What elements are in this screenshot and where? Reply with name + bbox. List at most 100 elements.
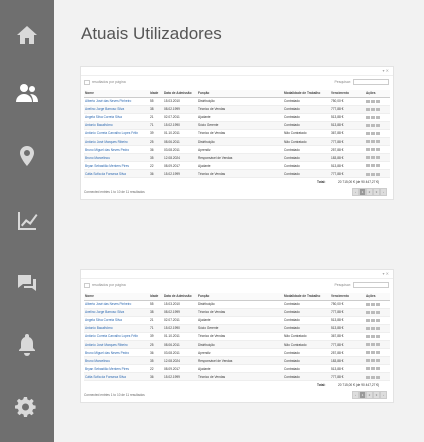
user-name-link[interactable]: Alberto José das Neves Pinheiro (84, 300, 149, 309)
edit-action-icon[interactable] (366, 148, 370, 152)
delete-action-icon[interactable] (376, 310, 380, 314)
gears-icon[interactable] (13, 393, 41, 421)
column-header[interactable]: Data de Admissão (163, 293, 197, 301)
delete-action-icon[interactable] (376, 335, 380, 339)
view-action-icon[interactable] (371, 156, 375, 160)
edit-action-icon[interactable] (366, 359, 370, 363)
user-name-link[interactable]: António Correia Carvalho Lopes Félix (84, 129, 149, 138)
delete-action-icon[interactable] (376, 156, 380, 160)
column-header[interactable]: Idade (149, 293, 163, 301)
user-name-link[interactable]: Antonio Bacalhômo (84, 121, 149, 130)
delete-action-icon[interactable] (376, 351, 380, 355)
view-action-icon[interactable] (371, 367, 375, 371)
view-action-icon[interactable] (371, 335, 375, 339)
delete-action-icon[interactable] (376, 107, 380, 111)
view-action-icon[interactable] (371, 351, 375, 355)
delete-action-icon[interactable] (376, 172, 380, 176)
column-header[interactable]: Data de Admissão (163, 90, 197, 98)
delete-action-icon[interactable] (376, 99, 380, 103)
view-action-icon[interactable] (371, 123, 375, 127)
view-action-icon[interactable] (371, 107, 375, 111)
column-header[interactable]: Vencimento (330, 293, 365, 301)
view-action-icon[interactable] (371, 172, 375, 176)
users-icon[interactable] (13, 79, 41, 107)
edit-action-icon[interactable] (366, 375, 370, 379)
delete-action-icon[interactable] (376, 140, 380, 144)
pagination-page[interactable]: 1 (359, 188, 366, 197)
column-header[interactable]: Nome (84, 90, 149, 98)
column-header[interactable]: Função (197, 90, 283, 98)
delete-action-icon[interactable] (376, 302, 380, 306)
user-name-link[interactable]: Bruno Marcelinou (84, 153, 149, 163)
user-name-link[interactable]: Bryan Sebastião Merkers Pires (84, 161, 149, 171)
delete-action-icon[interactable] (376, 326, 380, 330)
edit-action-icon[interactable] (366, 164, 370, 168)
edit-action-icon[interactable] (366, 310, 370, 314)
column-header[interactable]: Ações (365, 90, 390, 98)
pagination-page[interactable]: 3 (373, 188, 380, 197)
pagination-prev[interactable]: ‹ (352, 391, 359, 400)
delete-action-icon[interactable] (376, 367, 380, 371)
view-action-icon[interactable] (371, 115, 375, 119)
delete-action-icon[interactable] (376, 115, 380, 119)
edit-action-icon[interactable] (366, 335, 370, 339)
pagination-prev[interactable]: ‹ (352, 188, 359, 197)
pagination-page[interactable]: 1 (359, 391, 366, 400)
user-name-link[interactable]: Bruno Marcelinou (84, 356, 149, 366)
user-name-link[interactable]: Bruno Miguel das Neves Pedro (84, 145, 149, 155)
view-action-icon[interactable] (371, 164, 375, 168)
edit-action-icon[interactable] (366, 318, 370, 322)
home-icon[interactable] (13, 21, 41, 49)
column-header[interactable]: Nome (84, 293, 149, 301)
delete-action-icon[interactable] (376, 132, 380, 136)
edit-action-icon[interactable] (366, 123, 370, 127)
delete-action-icon[interactable] (376, 148, 380, 152)
location-pin-icon[interactable] (13, 142, 41, 170)
column-header[interactable]: Ações (365, 293, 390, 301)
view-action-icon[interactable] (371, 359, 375, 363)
edit-action-icon[interactable] (366, 351, 370, 355)
delete-action-icon[interactable] (376, 375, 380, 379)
edit-action-icon[interactable] (366, 140, 370, 144)
chart-icon[interactable] (13, 207, 41, 235)
user-name-link[interactable]: Angela Silva Correia Silva (84, 113, 149, 122)
user-name-link[interactable]: Bruno Miguel das Neves Pedro (84, 348, 149, 358)
view-action-icon[interactable] (371, 318, 375, 322)
edit-action-icon[interactable] (366, 107, 370, 111)
view-action-icon[interactable] (371, 148, 375, 152)
delete-action-icon[interactable] (376, 164, 380, 168)
user-name-link[interactable]: Avelino Jorge Barroso Silva (84, 308, 149, 317)
column-header[interactable]: Função (197, 293, 283, 301)
view-action-icon[interactable] (371, 375, 375, 379)
view-action-icon[interactable] (371, 99, 375, 103)
pagination-page[interactable]: 3 (373, 391, 380, 400)
view-action-icon[interactable] (371, 326, 375, 330)
edit-action-icon[interactable] (366, 367, 370, 371)
edit-action-icon[interactable] (366, 115, 370, 119)
user-name-link[interactable]: António José Marques Ribeiro (84, 340, 149, 350)
search-input[interactable] (353, 282, 389, 288)
pagination-page[interactable]: 2 (366, 188, 373, 197)
user-name-link[interactable]: António José Marques Ribeiro (84, 137, 149, 147)
panel-controls[interactable]: ▾ ✕ (383, 271, 389, 276)
column-header[interactable]: Idade (149, 90, 163, 98)
delete-action-icon[interactable] (376, 359, 380, 363)
edit-action-icon[interactable] (366, 156, 370, 160)
user-name-link[interactable]: Bryan Sebastião Merkers Pires (84, 364, 149, 374)
delete-action-icon[interactable] (376, 343, 380, 347)
view-action-icon[interactable] (371, 343, 375, 347)
view-action-icon[interactable] (371, 302, 375, 306)
bell-icon[interactable] (13, 330, 41, 358)
user-name-link[interactable]: Cátia Sofia da Fonseca Silva (84, 169, 149, 179)
panel-controls[interactable]: ▾ ✕ (383, 68, 389, 73)
user-name-link[interactable]: Cátia Sofia da Fonseca Silva (84, 372, 149, 382)
search-input[interactable] (353, 79, 389, 85)
column-header[interactable]: Modalidade de Trabalho (283, 90, 330, 98)
edit-action-icon[interactable] (366, 326, 370, 330)
edit-action-icon[interactable] (366, 99, 370, 103)
column-header[interactable]: Vencimento (330, 90, 365, 98)
view-action-icon[interactable] (371, 310, 375, 314)
user-name-link[interactable]: Avelino Jorge Barroso Silva (84, 105, 149, 114)
edit-action-icon[interactable] (366, 172, 370, 176)
user-name-link[interactable]: Angela Silva Correia Silva (84, 316, 149, 325)
